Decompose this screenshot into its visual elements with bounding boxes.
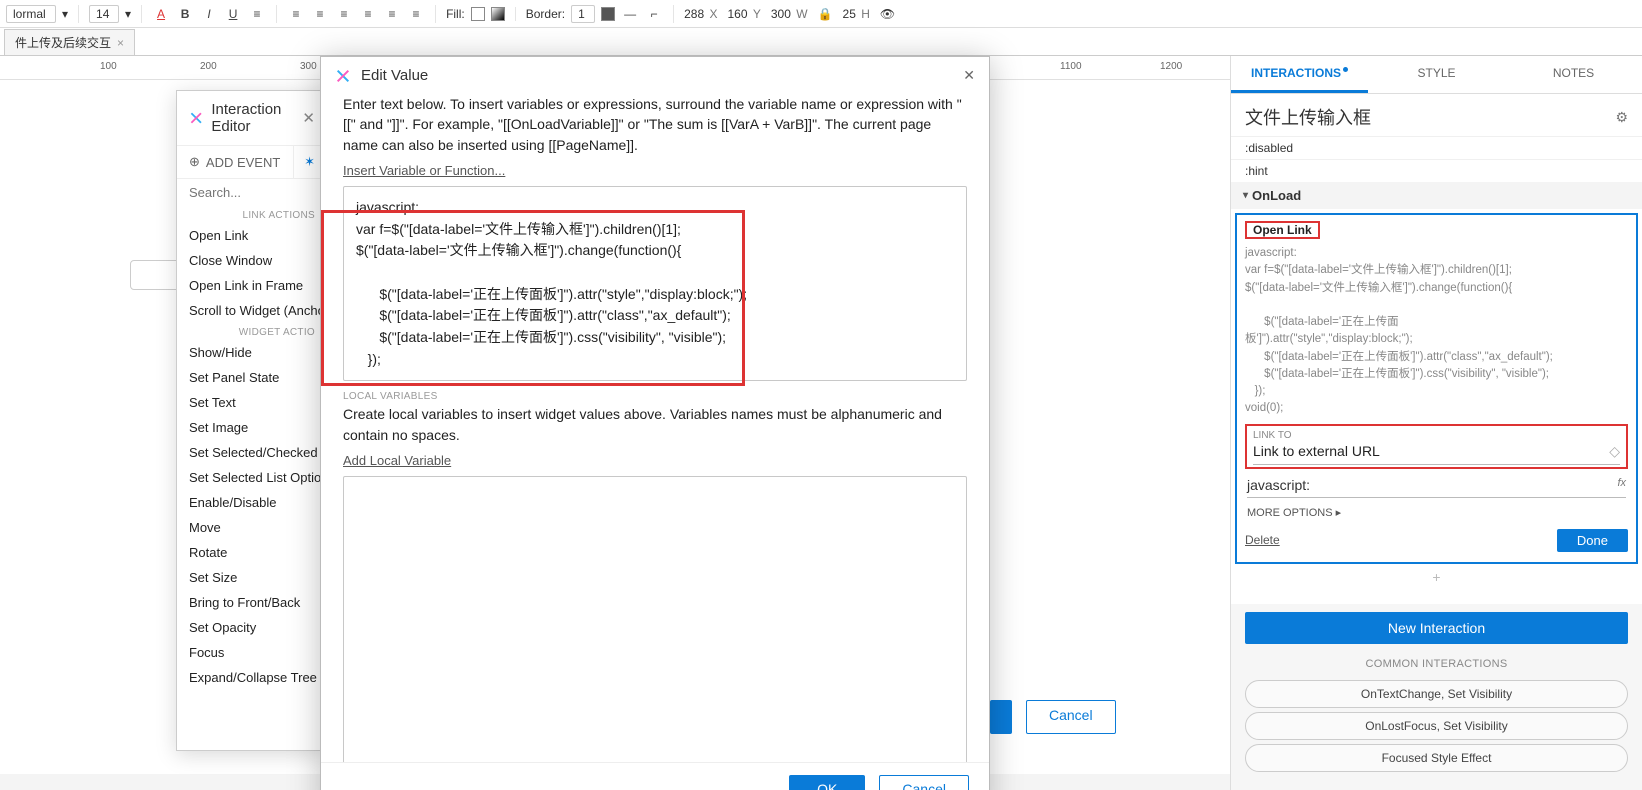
align-middle-icon[interactable]: ≡ — [383, 5, 401, 23]
bold-icon[interactable]: B — [176, 5, 194, 23]
common-interaction-button[interactable]: Focused Style Effect — [1245, 744, 1628, 772]
font-size-input[interactable]: 14 — [89, 5, 119, 23]
inspector-panel: INTERACTIONS STYLE NOTES 文件上传输入框 ⚙ :disa… — [1230, 56, 1642, 790]
font-color-icon[interactable]: A — [152, 5, 170, 23]
close-icon[interactable]: × — [117, 36, 124, 50]
ie-action-item[interactable]: Bring to Front/Back — [177, 590, 325, 615]
fx-icon[interactable]: fx — [1617, 477, 1626, 493]
chevron-down-icon: ▾ — [1243, 190, 1248, 201]
fill-grad-swatch[interactable] — [491, 7, 505, 21]
ie-action-item[interactable]: Set Opacity — [177, 615, 325, 640]
tab-notes[interactable]: NOTES — [1505, 56, 1642, 93]
bullets-icon[interactable]: ≡ — [248, 5, 266, 23]
tab-style[interactable]: STYLE — [1368, 56, 1505, 93]
ie-section-links: LINK ACTIONS — [177, 206, 325, 223]
axure-logo-icon — [189, 110, 203, 126]
bg-ok-button — [990, 700, 1012, 734]
pseudo-hint[interactable]: :hint — [1231, 159, 1642, 182]
underline-icon[interactable]: U — [224, 5, 242, 23]
value-textarea[interactable]: javascript: var f=$("[data-label='文件上传输入… — [343, 186, 967, 382]
widget-name: 文件上传输入框 — [1245, 104, 1371, 130]
ie-action-item[interactable]: Close Window — [177, 248, 325, 273]
interaction-editor-window: Interaction Editor ✕ ⊕ ADD EVENT ✶ LINK … — [176, 90, 326, 751]
common-interaction-button[interactable]: OnTextChange, Set Visibility — [1245, 680, 1628, 708]
local-vars-area[interactable] — [343, 476, 967, 762]
lightning-icon: ⊕ — [189, 154, 200, 170]
ie-action-item[interactable]: Set Panel State — [177, 365, 325, 390]
url-field[interactable]: javascript: fx — [1247, 475, 1626, 498]
ie-action-item[interactable]: Rotate — [177, 540, 325, 565]
coords-readout: 288 X 160 Y 300 W 🔒 25 H 👁 — [684, 7, 895, 21]
background-dialog-buttons: Cancel — [990, 700, 1116, 734]
pseudo-disabled[interactable]: :disabled — [1231, 136, 1642, 159]
ie-action-item[interactable]: Scroll to Widget (Anchor — [177, 298, 325, 323]
link-to-field[interactable]: LINK TO Link to external URL◇ — [1245, 424, 1628, 469]
ie-action-item[interactable]: Focus — [177, 640, 325, 665]
ie-action-item[interactable]: Set Selected/Checked — [177, 440, 325, 465]
align-center-icon[interactable]: ≡ — [311, 5, 329, 23]
delete-action-link[interactable]: Delete — [1245, 533, 1280, 547]
dropdown-icon: ▾ — [62, 7, 68, 21]
ok-button[interactable]: OK — [789, 775, 865, 790]
cancel-button[interactable]: Cancel — [879, 775, 969, 790]
event-onload[interactable]: ▾OnLoad — [1231, 182, 1642, 209]
ie-search-input[interactable] — [177, 179, 325, 206]
border-width[interactable]: 1 — [571, 5, 595, 23]
ie-title-label: Interaction Editor — [211, 101, 313, 135]
ie-action-item[interactable]: Show/Hide — [177, 340, 325, 365]
border-style-icon[interactable]: — — [621, 5, 639, 23]
edit-value-dialog: Edit Value ✕ Enter text below. To insert… — [320, 56, 990, 790]
dialog-help-text: Enter text below. To insert variables or… — [343, 94, 967, 155]
local-vars-header: LOCAL VARIABLES — [343, 381, 967, 404]
common-interactions-header: COMMON INTERACTIONS — [1231, 652, 1642, 676]
para-style-select[interactable]: lormal — [6, 5, 56, 23]
more-options[interactable]: MORE OPTIONS ▸ — [1245, 498, 1628, 523]
ie-action-item[interactable]: Expand/Collapse Tree Noc — [177, 665, 325, 690]
fill-swatch[interactable] — [471, 7, 485, 21]
add-action-icon[interactable]: + — [1231, 568, 1642, 586]
insert-variable-link[interactable]: Insert Variable or Function... — [343, 163, 505, 178]
fill-label: Fill: — [446, 7, 465, 21]
settings-icon[interactable]: ⚙ — [1615, 109, 1628, 126]
corner-radius-icon[interactable]: ⌐ — [645, 5, 663, 23]
align-right-icon[interactable]: ≡ — [335, 5, 353, 23]
ie-action-item[interactable]: Set Image — [177, 415, 325, 440]
page-tab[interactable]: 件上传及后续交互 × — [4, 29, 135, 55]
tab-interactions[interactable]: INTERACTIONS — [1231, 56, 1368, 93]
local-vars-help: Create local variables to insert widget … — [343, 404, 967, 445]
border-color[interactable] — [601, 7, 615, 21]
done-button[interactable]: Done — [1557, 529, 1628, 552]
bg-cancel-button: Cancel — [1026, 700, 1116, 734]
dropdown-icon: ▾ — [125, 7, 131, 21]
ie-action-item[interactable]: Set Size — [177, 565, 325, 590]
ie-action-item[interactable]: Open Link in Frame — [177, 273, 325, 298]
ie-section-widget: WIDGET ACTIO — [177, 323, 325, 340]
ie-action-item[interactable]: Set Selected List Option — [177, 465, 325, 490]
add-local-variable-link[interactable]: Add Local Variable — [343, 453, 451, 468]
align-top-icon[interactable]: ≡ — [359, 5, 377, 23]
italic-icon[interactable]: I — [200, 5, 218, 23]
page-tabs: 件上传及后续交互 × — [0, 28, 1642, 56]
page-tab-label: 件上传及后续交互 — [15, 34, 111, 51]
action-label[interactable]: Open Link — [1245, 221, 1320, 239]
ie-action-item[interactable]: Open Link — [177, 223, 325, 248]
add-event-button[interactable]: ⊕ ADD EVENT — [177, 146, 293, 178]
ie-action-item[interactable]: Set Text — [177, 390, 325, 415]
common-interaction-button[interactable]: OnLostFocus, Set Visibility — [1245, 712, 1628, 740]
new-interaction-button[interactable]: New Interaction — [1245, 612, 1628, 644]
align-bottom-icon[interactable]: ≡ — [407, 5, 425, 23]
canvas[interactable]: 100 200 300 1100 1200 Cancel Interaction… — [0, 56, 1230, 790]
action-preview: javascript: var f=$("[data-label='文件上传输入… — [1245, 245, 1628, 418]
ie-action-item[interactable]: Enable/Disable — [177, 490, 325, 515]
dropdown-icon: ◇ — [1609, 443, 1620, 460]
ie-action-item[interactable]: Move — [177, 515, 325, 540]
action-block: Open Link javascript: var f=$("[data-lab… — [1235, 213, 1638, 564]
border-label: Border: — [526, 7, 565, 21]
align-left-icon[interactable]: ≡ — [287, 5, 305, 23]
close-icon[interactable]: ✕ — [963, 67, 975, 84]
close-icon[interactable]: ✕ — [302, 109, 315, 127]
axure-logo-icon — [335, 68, 351, 84]
dialog-title: Edit Value — [361, 67, 428, 84]
format-toolbar: lormal ▾ 14 ▾ A B I U ≡ ≡ ≡ ≡ ≡ ≡ ≡ Fill… — [0, 0, 1642, 28]
